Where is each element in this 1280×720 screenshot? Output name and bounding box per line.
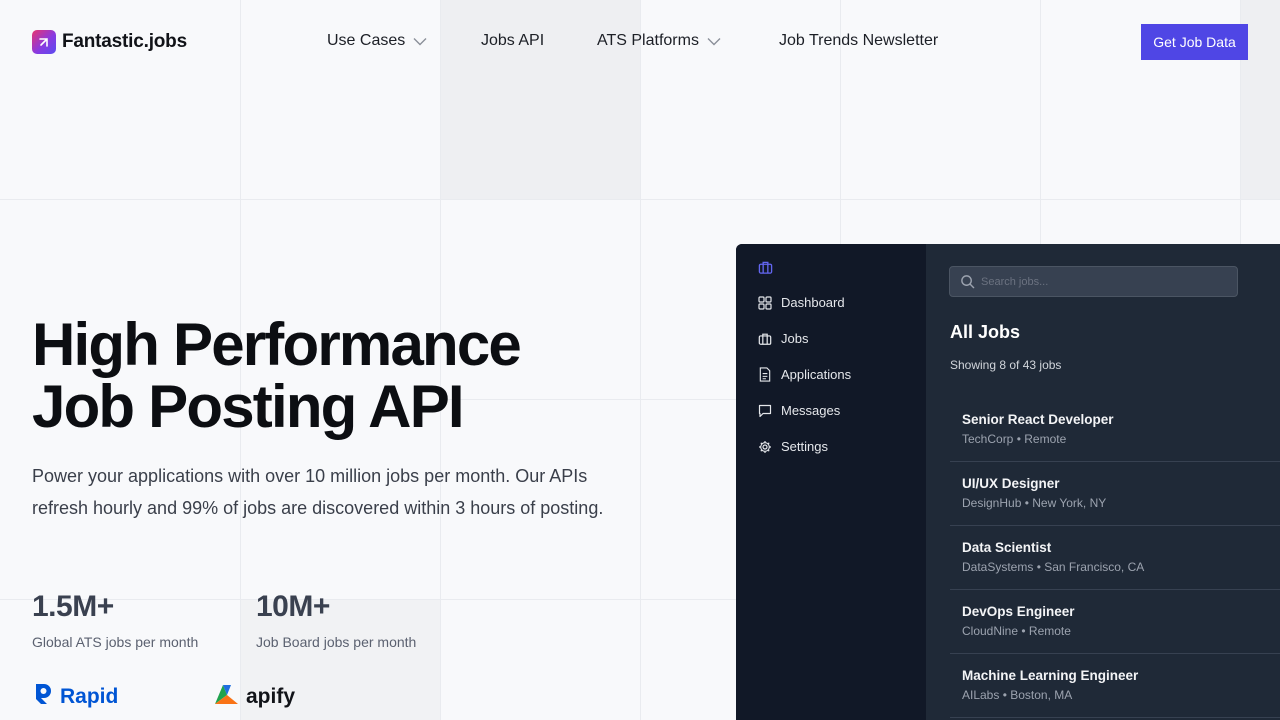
briefcase-icon <box>758 260 773 280</box>
stat-value: 1.5M+ <box>32 590 114 623</box>
job-meta: DataSystems • San Francisco, CA <box>962 560 1145 574</box>
stat-ats-jobs: 1.5M+ Global ATS jobs per month <box>32 590 198 650</box>
nav-label: Job Trends Newsletter <box>779 32 939 49</box>
partner-rapid[interactable]: Rapid <box>32 682 118 711</box>
chevron-down-icon <box>413 37 427 46</box>
sidebar-item-label: Settings <box>781 439 828 454</box>
job-title: Machine Learning Engineer <box>962 668 1139 683</box>
job-title: DevOps Engineer <box>962 604 1075 619</box>
job-meta: DesignHub • New York, NY <box>962 496 1107 510</box>
document-icon <box>759 367 771 382</box>
logo-text: Fantastic.jobs <box>62 31 187 52</box>
stat-label: Job Board jobs per month <box>256 634 417 650</box>
message-icon <box>758 404 772 417</box>
nav-job-trends-newsletter[interactable]: Job Trends Newsletter <box>779 32 938 50</box>
job-list-item[interactable]: Machine Learning Engineer AILabs • Bosto… <box>950 654 1280 718</box>
partner-apify[interactable]: apify <box>214 682 295 711</box>
logo-icon <box>32 30 56 54</box>
job-list-item[interactable]: UI/UX Designer DesignHub • New York, NY <box>950 462 1280 526</box>
sidebar-item-settings[interactable]: Settings <box>758 439 828 454</box>
stat-value: 10M+ <box>256 590 330 623</box>
job-list-item[interactable]: Senior React Developer TechCorp • Remote <box>950 398 1280 462</box>
job-meta: TechCorp • Remote <box>962 432 1067 446</box>
nav-jobs-api[interactable]: Jobs API <box>481 32 544 50</box>
briefcase-icon <box>758 333 772 345</box>
nav-label: Jobs API <box>481 32 545 49</box>
nav-label: Use Cases <box>327 32 406 49</box>
job-title: Data Scientist <box>962 540 1052 555</box>
app-preview: Dashboard Jobs Applications Messages Set… <box>736 244 1280 720</box>
stat-label: Global ATS jobs per month <box>32 634 199 650</box>
sidebar-item-dashboard[interactable]: Dashboard <box>758 295 845 310</box>
sidebar-item-label: Applications <box>781 367 852 382</box>
app-sidebar: Dashboard Jobs Applications Messages Set… <box>736 244 926 720</box>
search-icon <box>961 275 975 289</box>
chevron-down-icon <box>707 37 721 46</box>
dashboard-icon <box>758 295 772 310</box>
sidebar-item-label: Jobs <box>781 331 809 346</box>
get-job-data-button[interactable]: Get Job Data <box>1141 24 1248 60</box>
sidebar-item-label: Dashboard <box>781 295 845 310</box>
results-count: Showing 8 of 43 jobs <box>950 358 1062 372</box>
hero-title-line-1: High Performance <box>32 311 522 378</box>
job-list-item[interactable]: Data Scientist DataSystems • San Francis… <box>950 526 1280 590</box>
site-header: Fantastic.jobs Use Cases Jobs API ATS Pl… <box>0 0 1280 84</box>
job-title: UI/UX Designer <box>962 476 1060 491</box>
job-meta: CloudNine • Remote <box>962 624 1071 638</box>
nav-label: ATS Platforms <box>597 32 699 49</box>
hero-description: Power your applications with over 10 mil… <box>32 466 604 518</box>
partner-name: apify <box>246 684 296 708</box>
apify-logo-icon <box>214 682 240 711</box>
nav-use-cases[interactable]: Use Cases <box>327 32 427 50</box>
partner-name: Rapid <box>60 684 119 708</box>
sidebar-item-messages[interactable]: Messages <box>758 403 840 418</box>
search-box <box>949 266 1238 297</box>
job-title: Senior React Developer <box>962 412 1114 427</box>
stat-job-board-jobs: 10M+ Job Board jobs per month <box>256 590 416 650</box>
sidebar-item-jobs[interactable]: Jobs <box>758 331 808 346</box>
nav-ats-platforms[interactable]: ATS Platforms <box>597 32 721 50</box>
job-list-item[interactable]: DevOps Engineer CloudNine • Remote <box>950 590 1280 654</box>
sidebar-item-label: Messages <box>781 403 841 418</box>
job-list: Senior React Developer TechCorp • Remote… <box>950 398 1280 718</box>
page-title: All Jobs <box>950 322 1021 342</box>
app-main: All Jobs Showing 8 of 43 jobs Senior Rea… <box>926 244 1280 720</box>
search-input[interactable] <box>981 275 1221 288</box>
logo-link[interactable]: Fantastic.jobs <box>32 30 187 54</box>
rapid-logo-icon <box>32 682 54 711</box>
hero-title: High Performance Job Posting API <box>32 311 522 440</box>
gear-icon <box>759 440 771 453</box>
hero-title-line-2: Job Posting API <box>32 373 465 440</box>
job-meta: AILabs • Boston, MA <box>962 688 1073 702</box>
sidebar-item-applications[interactable]: Applications <box>758 367 851 382</box>
